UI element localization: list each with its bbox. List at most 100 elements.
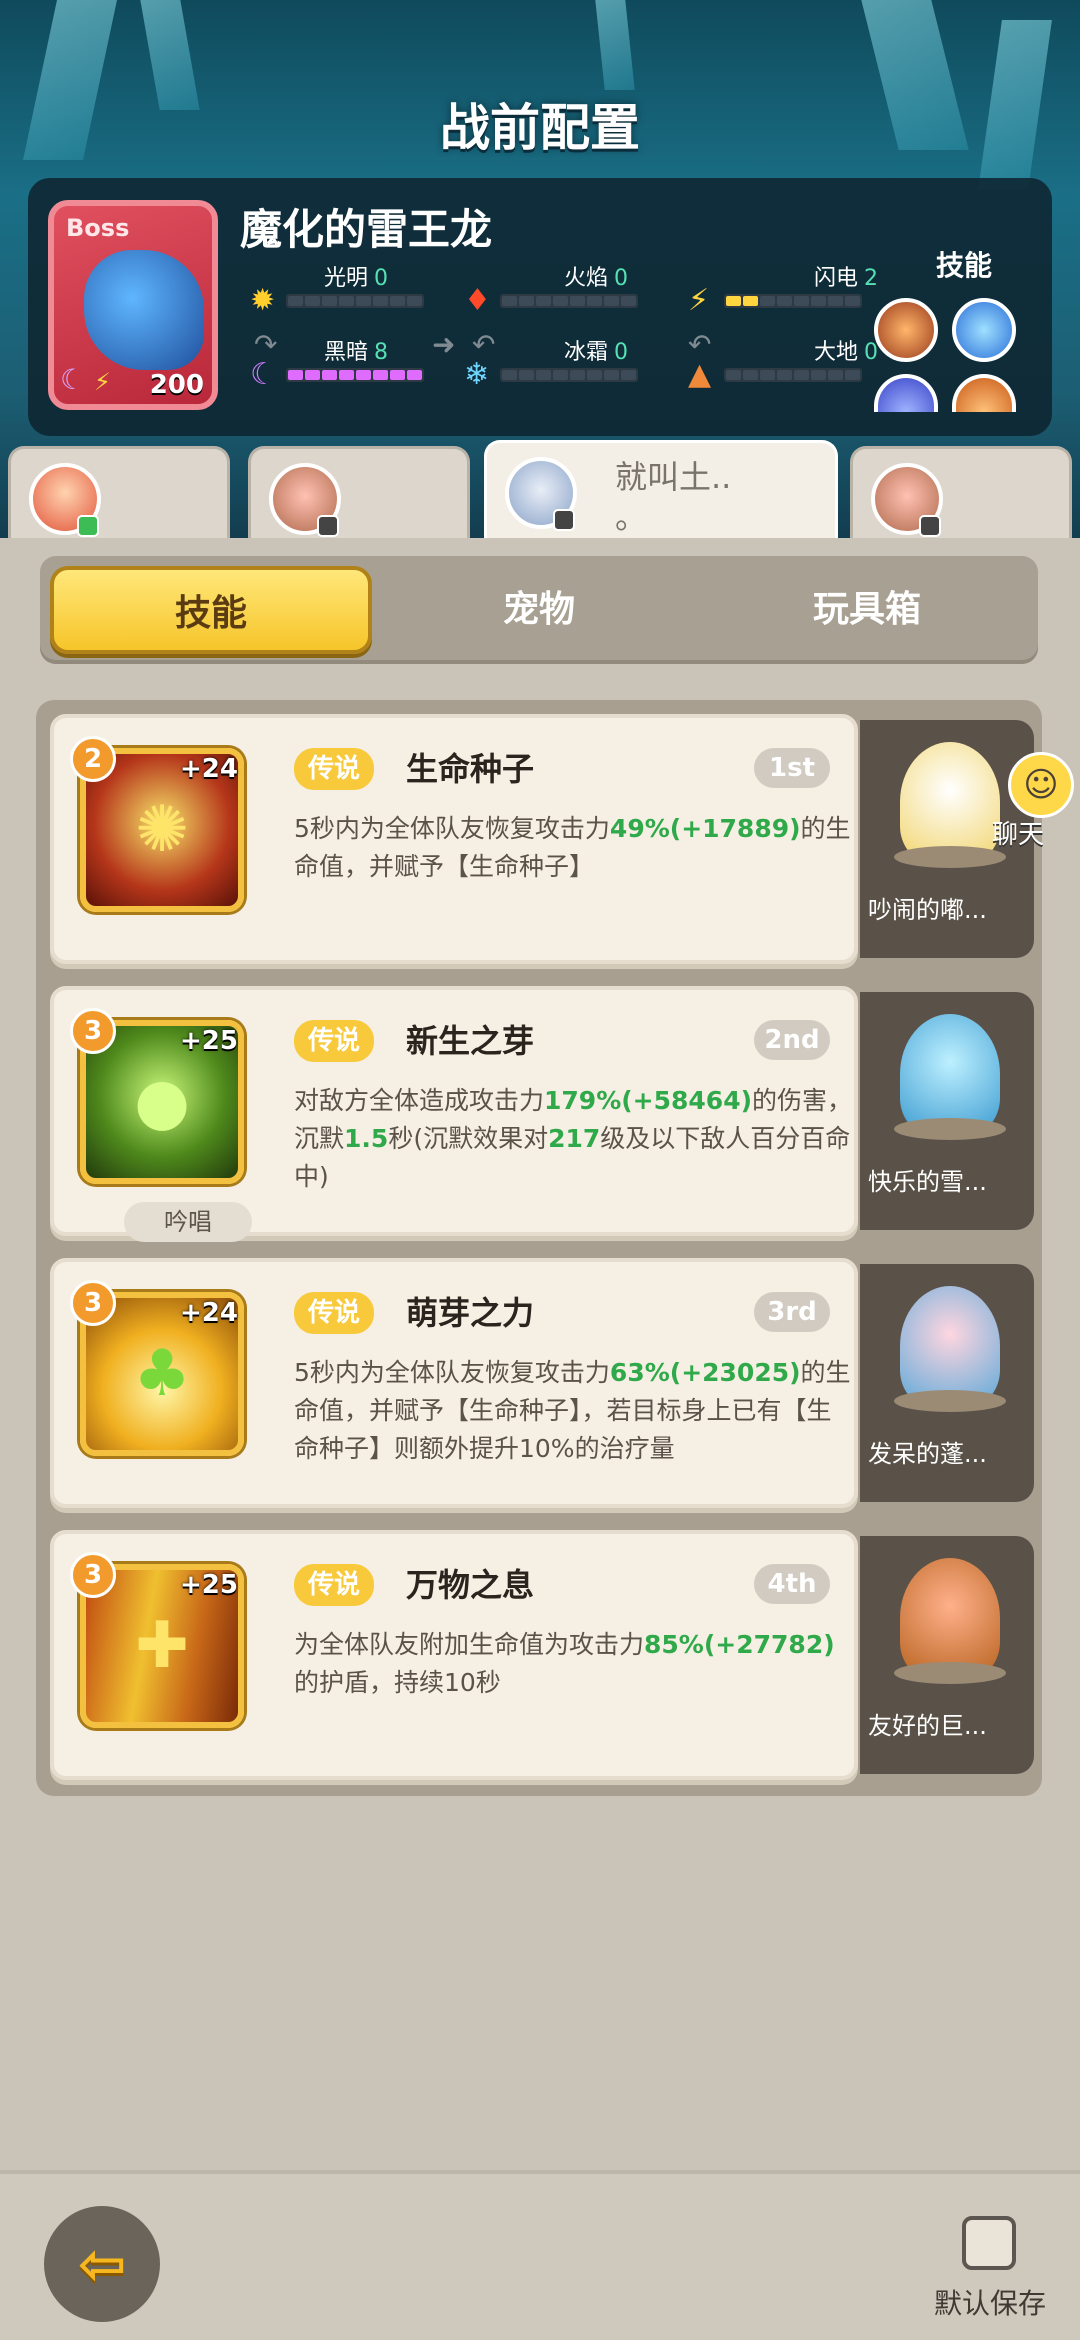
element-dark-value: 8 bbox=[374, 340, 388, 365]
element-frost-value: 0 bbox=[614, 340, 628, 365]
element-lightning-value: 2 bbox=[864, 266, 878, 291]
desc-text: 秒(沉默效果对 bbox=[388, 1124, 549, 1153]
chat-icon[interactable]: ☺ bbox=[1008, 752, 1074, 818]
bar-segment bbox=[845, 296, 860, 306]
moon-icon: ☾ bbox=[60, 363, 86, 396]
skill-name: 生命种子 bbox=[406, 750, 535, 788]
sun-icon: ✹ bbox=[250, 283, 276, 318]
tab-skills[interactable]: 技能 bbox=[50, 566, 372, 654]
party-member-tab[interactable] bbox=[8, 446, 230, 538]
pet-figure bbox=[900, 1286, 1000, 1406]
boss-skill-icon[interactable] bbox=[952, 298, 1016, 362]
bar-segment bbox=[587, 296, 602, 306]
bar-segment bbox=[743, 296, 758, 306]
skill-bonus: +24 bbox=[180, 754, 238, 784]
skill-cost: 3 bbox=[70, 1552, 116, 1598]
pet-card[interactable]: 友好的巨... bbox=[860, 1536, 1034, 1774]
skill-rank: 3rd bbox=[754, 1292, 830, 1332]
desc-value: 49% bbox=[609, 814, 670, 843]
party-member-tab[interactable] bbox=[850, 446, 1072, 538]
pet-card[interactable]: 快乐的雪... bbox=[860, 992, 1034, 1230]
bar-segment bbox=[356, 370, 371, 380]
bar-segment bbox=[373, 296, 388, 306]
bar-segment bbox=[587, 370, 602, 380]
rarity-tag: 传说 bbox=[294, 1292, 375, 1334]
boss-skills-label: 技能 bbox=[935, 249, 992, 282]
status-badge bbox=[77, 515, 99, 537]
element-light: 光明 0 ✹ bbox=[250, 264, 450, 316]
element-light-bar bbox=[286, 294, 424, 308]
desc-value: (+58464) bbox=[621, 1086, 753, 1115]
pet-figure bbox=[900, 1014, 1000, 1134]
status-badge bbox=[919, 515, 941, 537]
list-item: ✺ 2 +24 传说 生命种子 1st 5秒内为全体队友恢复攻击力49%(+17… bbox=[50, 714, 1034, 964]
party-member-tab-active[interactable]: 就叫土.. 。 bbox=[484, 440, 838, 540]
bar-segment bbox=[570, 296, 585, 306]
bar-segment bbox=[845, 370, 860, 380]
bar-segment bbox=[519, 370, 534, 380]
skill-bonus: +25 bbox=[180, 1570, 238, 1600]
dragon-portrait-icon bbox=[84, 250, 204, 370]
snowflake-icon: ❄ bbox=[464, 357, 490, 392]
skill-bonus: +24 bbox=[180, 1298, 238, 1328]
default-save-checkbox[interactable] bbox=[962, 2216, 1016, 2270]
bar-segment bbox=[743, 370, 758, 380]
party-member-name: 就叫土.. 。 bbox=[615, 458, 732, 536]
bar-segment bbox=[373, 370, 388, 380]
tab-pets[interactable]: 宠物 bbox=[378, 566, 700, 654]
desc-text: 5秒内为全体队友恢复攻击力 bbox=[294, 1358, 610, 1387]
skill-card[interactable]: ✺ 2 +24 传说 生命种子 1st 5秒内为全体队友恢复攻击力49%(+17… bbox=[50, 714, 858, 964]
bar-segment bbox=[794, 370, 809, 380]
desc-value: 179% bbox=[544, 1086, 622, 1115]
skill-cost: 3 bbox=[70, 1008, 116, 1054]
skill-name: 萌芽之力 bbox=[406, 1294, 535, 1332]
cycle-arrow-icon: ↶ bbox=[688, 328, 712, 361]
bar-segment bbox=[828, 370, 843, 380]
element-light-label: 光明 bbox=[323, 266, 368, 291]
chat-label[interactable]: 聊天 bbox=[992, 814, 1044, 851]
bar-segment bbox=[407, 296, 422, 306]
element-dark-label: 黑暗 bbox=[323, 340, 368, 365]
bolt-icon: ⚡ bbox=[94, 368, 111, 396]
element-earth-label: 大地 bbox=[813, 340, 858, 365]
boss-skill-icon[interactable] bbox=[874, 298, 938, 362]
bar-segment bbox=[322, 296, 337, 306]
desc-value: (+27782) bbox=[703, 1630, 835, 1659]
desc-value: (+23025) bbox=[669, 1358, 801, 1387]
skill-rank: 2nd bbox=[754, 1020, 830, 1060]
boss-tag: Boss bbox=[66, 214, 130, 242]
element-fire-label: 火焰 bbox=[563, 266, 608, 291]
desc-text: 的护盾，持续10秒 bbox=[294, 1668, 501, 1697]
chant-tag: 吟唱 bbox=[124, 1202, 252, 1242]
bar-segment bbox=[604, 370, 619, 380]
bar-segment bbox=[811, 296, 826, 306]
bar-segment bbox=[621, 370, 636, 380]
boss-skill-icon[interactable] bbox=[952, 374, 1016, 412]
skill-card[interactable]: ✚ 3 +25 传说 万物之息 4th 为全体队友附加生命值为攻击力85%(+2… bbox=[50, 1530, 858, 1780]
bar-segment bbox=[621, 296, 636, 306]
tab-toybox[interactable]: 玩具箱 bbox=[706, 566, 1028, 654]
skill-card[interactable]: ♣ 3 +24 传说 萌芽之力 3rd 5秒内为全体队友恢复攻击力63%(+23… bbox=[50, 1258, 858, 1508]
mountain-icon: ▲ bbox=[688, 357, 712, 392]
desc-value: 63% bbox=[609, 1358, 670, 1387]
pet-base bbox=[894, 1118, 1006, 1140]
element-light-value: 0 bbox=[374, 266, 388, 291]
pet-card[interactable]: 发呆的蓬... bbox=[860, 1264, 1034, 1502]
element-frost-bar bbox=[500, 368, 638, 382]
bar-segment bbox=[570, 370, 585, 380]
pet-name: 发呆的蓬... bbox=[868, 1440, 987, 1468]
back-button[interactable]: ⇦ bbox=[44, 2206, 160, 2322]
bar-segment bbox=[339, 370, 354, 380]
pet-base bbox=[894, 846, 1006, 868]
element-lightning-bar bbox=[724, 294, 862, 308]
element-dark-bar bbox=[286, 368, 424, 382]
skill-bonus: +25 bbox=[180, 1026, 238, 1056]
skill-card[interactable]: ● 3 +25 吟唱 传说 新生之芽 2nd 对敌方全体造成攻击力179%(+5… bbox=[50, 986, 858, 1242]
skill-list: ✺ 2 +24 传说 生命种子 1st 5秒内为全体队友恢复攻击力49%(+17… bbox=[36, 700, 1042, 1796]
bar-segment bbox=[305, 370, 320, 380]
bar-segment bbox=[811, 370, 826, 380]
boss-portrait[interactable]: Boss ☾ ⚡ 200 bbox=[48, 200, 218, 410]
flame-icon: ♦ bbox=[464, 283, 491, 318]
party-member-tab[interactable] bbox=[248, 446, 470, 538]
default-save-label[interactable]: 默认保存 bbox=[934, 2282, 1046, 2322]
